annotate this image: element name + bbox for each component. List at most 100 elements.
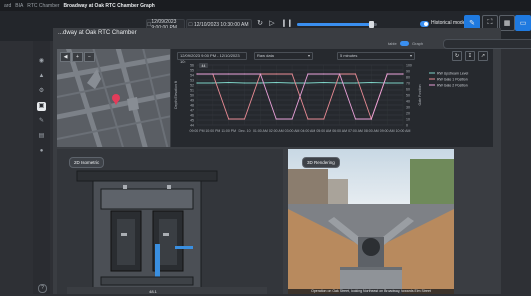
series-point-1 [291,82,293,84]
table-graph-toggle[interactable] [400,41,409,46]
panel-button[interactable]: ▭ [515,15,531,31]
series-point-3 [259,73,261,75]
historical-mode-label: Historical mode [431,20,466,26]
chart-nav-icon[interactable]: ▣ [37,102,46,111]
y-left-tick-label: 52 [190,84,194,88]
rendering-caption: Operation on Oak Street, looking Northea… [288,289,454,294]
x-tick-label: 09:00 PM [190,129,205,133]
layers-icon[interactable]: ▲ [37,72,46,81]
historical-mode-toggle[interactable] [420,21,429,27]
y-left-tick-label: 51 [190,89,194,93]
playback-slider-fill [297,23,371,26]
series-point-1 [196,82,198,84]
x-tick-label: 11:00 PM [221,129,236,133]
view-select[interactable]: ▾ [443,39,531,49]
panel-icon: ▭ [519,20,527,27]
view-controls: table Graph ▾ [53,39,531,49]
interval-select[interactable]: 5 minutes ▾ [337,52,415,60]
series-point-1 [386,82,388,84]
series-point-3 [354,118,357,120]
y-left-tick-label: 48 [190,104,194,108]
play-icon[interactable]: ▷ [268,20,276,28]
series-line-3 [197,73,403,120]
refresh-icon[interactable]: ↻ [256,20,264,28]
series-point-3 [386,73,388,75]
chevron-down-icon: ▾ [409,53,412,58]
legend-label: RW Gate 1 Position [437,77,468,81]
rendering-panel: 3D Rendering [288,149,454,294]
interval-value: 5 minutes [340,53,358,58]
pause-icon[interactable]: ❙❙ [281,20,293,28]
chevron-down-icon: ▾ [307,53,310,58]
user-icon[interactable]: ● [37,147,46,156]
graph-toggle-label: Graph [412,41,424,46]
y-right-tick-label: 0 [406,124,408,128]
series-point-3 [275,118,277,120]
series-point-1 [212,82,214,84]
series-point-2 [323,118,325,120]
street-rendering-image [288,149,454,294]
edit-nav-icon[interactable]: ✎ [37,117,46,126]
x-tick-label: 10:00 AM [396,129,411,133]
x-tick-label: Dec. 10 [239,129,251,133]
breadcrumb-item[interactable]: BIA [15,3,23,9]
chart-panel: 12/09/2023 9:00 PM - 12/10/2023 10: Raw … [171,49,493,147]
y-left-tick-label: 45 [190,119,194,123]
settings-icon[interactable]: ⚙ [37,87,46,96]
diagram-value-label: 48.1 [149,289,158,294]
map-panel[interactable] [57,49,170,147]
y-right-tick-label: 50 [406,94,410,98]
series-point-1 [323,81,325,84]
y-left-tick-label: 54 [190,74,194,78]
folder-icon[interactable]: ▤ [37,132,46,141]
series-point-3 [307,73,309,75]
download-button[interactable]: ↧ [465,51,475,61]
zoom-in-button[interactable]: + [72,52,83,62]
x-tick-label: 01:00 AM [253,129,268,133]
expand-icon: ↗ [480,53,486,59]
chart-date-range[interactable]: 12/09/2023 9:00 PM - 12/10/2023 10: [177,52,247,64]
series-point-2 [243,118,246,120]
grid-button[interactable]: ▦ [499,15,515,31]
y-right-axis-label: Gate Position [418,84,422,105]
line-chart[interactable]: 5655545352515049484746454410090807060504… [171,61,493,147]
expand-icon: ⛶ [487,19,493,26]
playback-slider-knob[interactable] [368,21,374,28]
breadcrumb-item[interactable]: ard [4,3,11,9]
isometric-panel: 48.1 2D Isometric [57,149,283,294]
y-right-tick-label: 20 [406,112,410,116]
series-point-3 [402,73,404,75]
breadcrumb-item[interactable]: RTC Chamber [27,3,59,9]
series-point-3 [228,73,230,75]
y-left-tick-label: 47 [190,109,194,113]
series-point-1 [354,82,357,84]
series-point-3 [243,73,246,75]
series-point-1 [259,82,261,84]
y-right-tick-label: 80 [406,76,410,80]
map-controls: ◀ + − [60,52,95,62]
location-pin-icon[interactable] [111,93,121,105]
series-point-3 [291,118,293,120]
playback-slider[interactable] [297,21,377,28]
series-point-3 [212,73,214,75]
reset-button[interactable]: ↻ [452,51,462,61]
x-tick-label: 09:00 AM [380,129,395,133]
series-point-2 [307,118,309,120]
y-left-tick-label: 55 [190,69,194,73]
series-point-2 [275,73,277,75]
help-icon[interactable]: ? [38,284,47,293]
y-right-tick-label: 40 [406,100,410,104]
series-point-3 [196,73,198,75]
expand-chart-button[interactable]: ↗ [478,51,488,61]
data-type-select[interactable]: Raw data ▾ [254,52,313,60]
zoom-out-button[interactable]: − [84,52,95,62]
legend-label: RW Upstream Level [437,71,468,75]
pencil-icon: ✎ [469,20,475,27]
map-back-button[interactable]: ◀ [60,52,71,62]
page-title: ...dway at Oak RTC Chamber [58,30,137,36]
x-tick-label: 05:00 AM [316,129,331,133]
globe-icon[interactable]: ◉ [37,57,46,66]
y-right-tick-label: 100 [406,64,412,68]
y-left-tick-label: 44 [190,124,194,128]
series-point-3 [323,73,325,75]
